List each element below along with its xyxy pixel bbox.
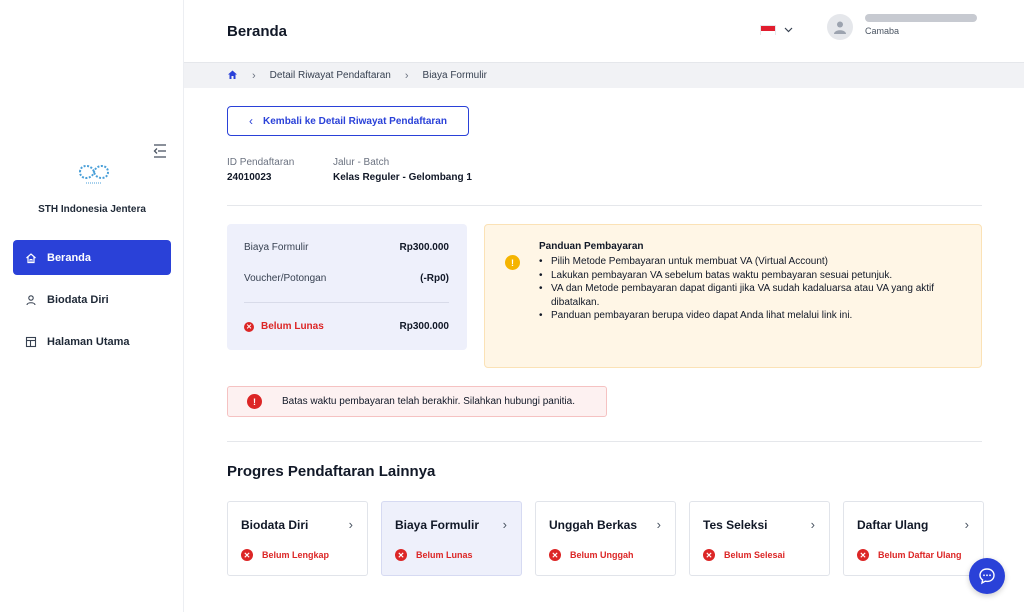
chevron-right-icon: › (348, 517, 353, 532)
chevron-right-icon: › (656, 517, 661, 532)
sidebar-collapse-button[interactable] (150, 142, 170, 160)
progress-card-tes-seleksi[interactable]: Tes Seleksi › ✕ Belum Selesai (689, 501, 830, 576)
user-icon (25, 294, 37, 306)
user-role: Camaba (865, 26, 900, 36)
x-circle-icon: ✕ (857, 549, 869, 561)
x-circle-icon: ✕ (244, 321, 254, 332)
breadcrumb-biaya-formulir: Biaya Formulir (422, 70, 487, 81)
guide-list: Pilih Metode Pembayaran untuk membuat VA… (539, 255, 961, 323)
card-title: Unggah Berkas (549, 517, 638, 532)
back-button[interactable]: ‹ Kembali ke Detail Riwayat Pendaftaran (227, 106, 469, 136)
voucher-value: (-Rp0) (420, 273, 449, 284)
chevron-right-icon: › (502, 517, 507, 532)
guide-item: Pilih Metode Pembayaran untuk membuat VA… (539, 255, 961, 269)
breadcrumb-home[interactable] (227, 69, 238, 83)
home-icon (228, 70, 237, 79)
total-value: Rp300.000 (399, 321, 449, 332)
user-menu[interactable]: Camaba (827, 14, 977, 40)
avatar (827, 14, 853, 40)
voucher-label: Voucher/Potongan (244, 273, 327, 284)
x-circle-icon: ✕ (241, 549, 253, 561)
sidebar-item-label: Beranda (47, 251, 92, 264)
card-status: Belum Daftar Ulang (878, 550, 962, 560)
x-circle-icon: ✕ (395, 549, 407, 561)
x-circle-icon: ✕ (703, 549, 715, 561)
user-avatar-icon (834, 21, 846, 34)
error-icon: ! (247, 394, 262, 409)
sidebar-item-label: Halaman Utama (47, 335, 130, 348)
card-status: Belum Unggah (570, 550, 634, 560)
card-status: Belum Lunas (416, 550, 473, 560)
guide-item: Lakukan pembayaran VA sebelum batas wakt… (539, 269, 961, 283)
registration-path-label: Jalur - Batch (333, 157, 390, 168)
deadline-alert: ! Batas waktu pembayaran telah berakhir.… (227, 386, 607, 417)
divider (227, 205, 982, 206)
sidebar-item-beranda[interactable]: Beranda (13, 240, 171, 275)
guide-title: Panduan Pembayaran (539, 241, 644, 252)
home-icon (25, 252, 37, 264)
org-name: STH Indonesia Jentera (38, 204, 146, 215)
registration-path-value: Kelas Reguler - Gelombang 1 (333, 172, 472, 183)
chat-icon (979, 568, 995, 585)
payment-status-label: Belum Lunas (261, 321, 324, 332)
guide-item: VA dan Metode pembayaran dapat diganti j… (539, 282, 961, 309)
breadcrumb-separator-icon: › (404, 69, 409, 82)
chevron-right-icon: › (810, 517, 815, 532)
progress-card-daftar-ulang[interactable]: Daftar Ulang › ✕ Belum Daftar Ulang (843, 501, 984, 576)
chevron-down-icon (784, 27, 793, 33)
breadcrumb-detail-riwayat[interactable]: Detail Riwayat Pendaftaran (270, 70, 391, 81)
x-circle-icon: ✕ (549, 549, 561, 561)
registration-id-value: 24010023 (227, 172, 272, 183)
guide-item: Panduan pembayaran berupa video dapat An… (539, 309, 961, 323)
fee-label: Biaya Formulir (244, 242, 309, 253)
progress-cards: Biodata Diri › ✕ Belum Lengkap Biaya For… (227, 501, 984, 576)
page-title: Beranda (227, 23, 288, 40)
card-title: Daftar Ulang (857, 517, 929, 532)
section-title: Progres Pendaftaran Lainnya (227, 463, 436, 480)
alert-text: Batas waktu pembayaran telah berakhir. S… (282, 396, 575, 407)
user-name-redacted (865, 14, 977, 22)
sidebar-item-label: Biodata Diri (47, 293, 109, 306)
indonesia-flag-icon (760, 25, 776, 35)
breadcrumb: › Detail Riwayat Pendaftaran › Biaya For… (184, 62, 1024, 88)
top-header: Beranda Camaba (184, 0, 1024, 62)
sidebar: STH Indonesia Jentera Beranda Biodata Di… (0, 0, 184, 612)
card-status: Belum Selesai (724, 550, 786, 560)
registration-id-label: ID Pendaftaran (227, 157, 295, 168)
sidebar-nav: Beranda Biodata Diri Halaman Utama (13, 240, 171, 366)
progress-card-biaya-formulir[interactable]: Biaya Formulir › ✕ Belum Lunas (381, 501, 522, 576)
breadcrumb-separator-icon: › (252, 69, 256, 82)
chat-support-button[interactable] (969, 558, 1005, 594)
chevron-left-icon: ‹ (249, 114, 254, 128)
back-button-label: Kembali ke Detail Riwayat Pendaftaran (263, 115, 447, 127)
payment-status: ✕ Belum Lunas (244, 321, 324, 332)
sidebar-item-halaman-utama[interactable]: Halaman Utama (13, 324, 171, 359)
collapse-menu-icon (153, 144, 166, 158)
payment-summary: Biaya Formulir Rp300.000 Voucher/Potonga… (227, 224, 467, 350)
card-title: Biodata Diri (241, 517, 309, 532)
progress-card-unggah-berkas[interactable]: Unggah Berkas › ✕ Belum Unggah (535, 501, 676, 576)
payment-guide: ! Panduan Pembayaran Pilih Metode Pembay… (484, 224, 982, 368)
card-status: Belum Lengkap (262, 550, 330, 560)
org-logo (72, 158, 116, 186)
language-selector[interactable] (760, 25, 793, 35)
sidebar-item-biodata-diri[interactable]: Biodata Diri (13, 282, 171, 317)
info-warning-icon: ! (505, 255, 520, 270)
chevron-right-icon: › (964, 517, 969, 532)
registration-path: Jalur - Batch Kelas Reguler - Gelombang … (333, 157, 472, 183)
registration-id: ID Pendaftaran 24010023 (227, 157, 294, 183)
card-title: Biaya Formulir (395, 517, 480, 532)
layout-icon (25, 336, 37, 348)
summary-divider (244, 302, 449, 303)
divider (227, 441, 982, 442)
card-title: Tes Seleksi (703, 517, 768, 532)
progress-card-biodata-diri[interactable]: Biodata Diri › ✕ Belum Lengkap (227, 501, 368, 576)
fee-value: Rp300.000 (399, 242, 449, 253)
